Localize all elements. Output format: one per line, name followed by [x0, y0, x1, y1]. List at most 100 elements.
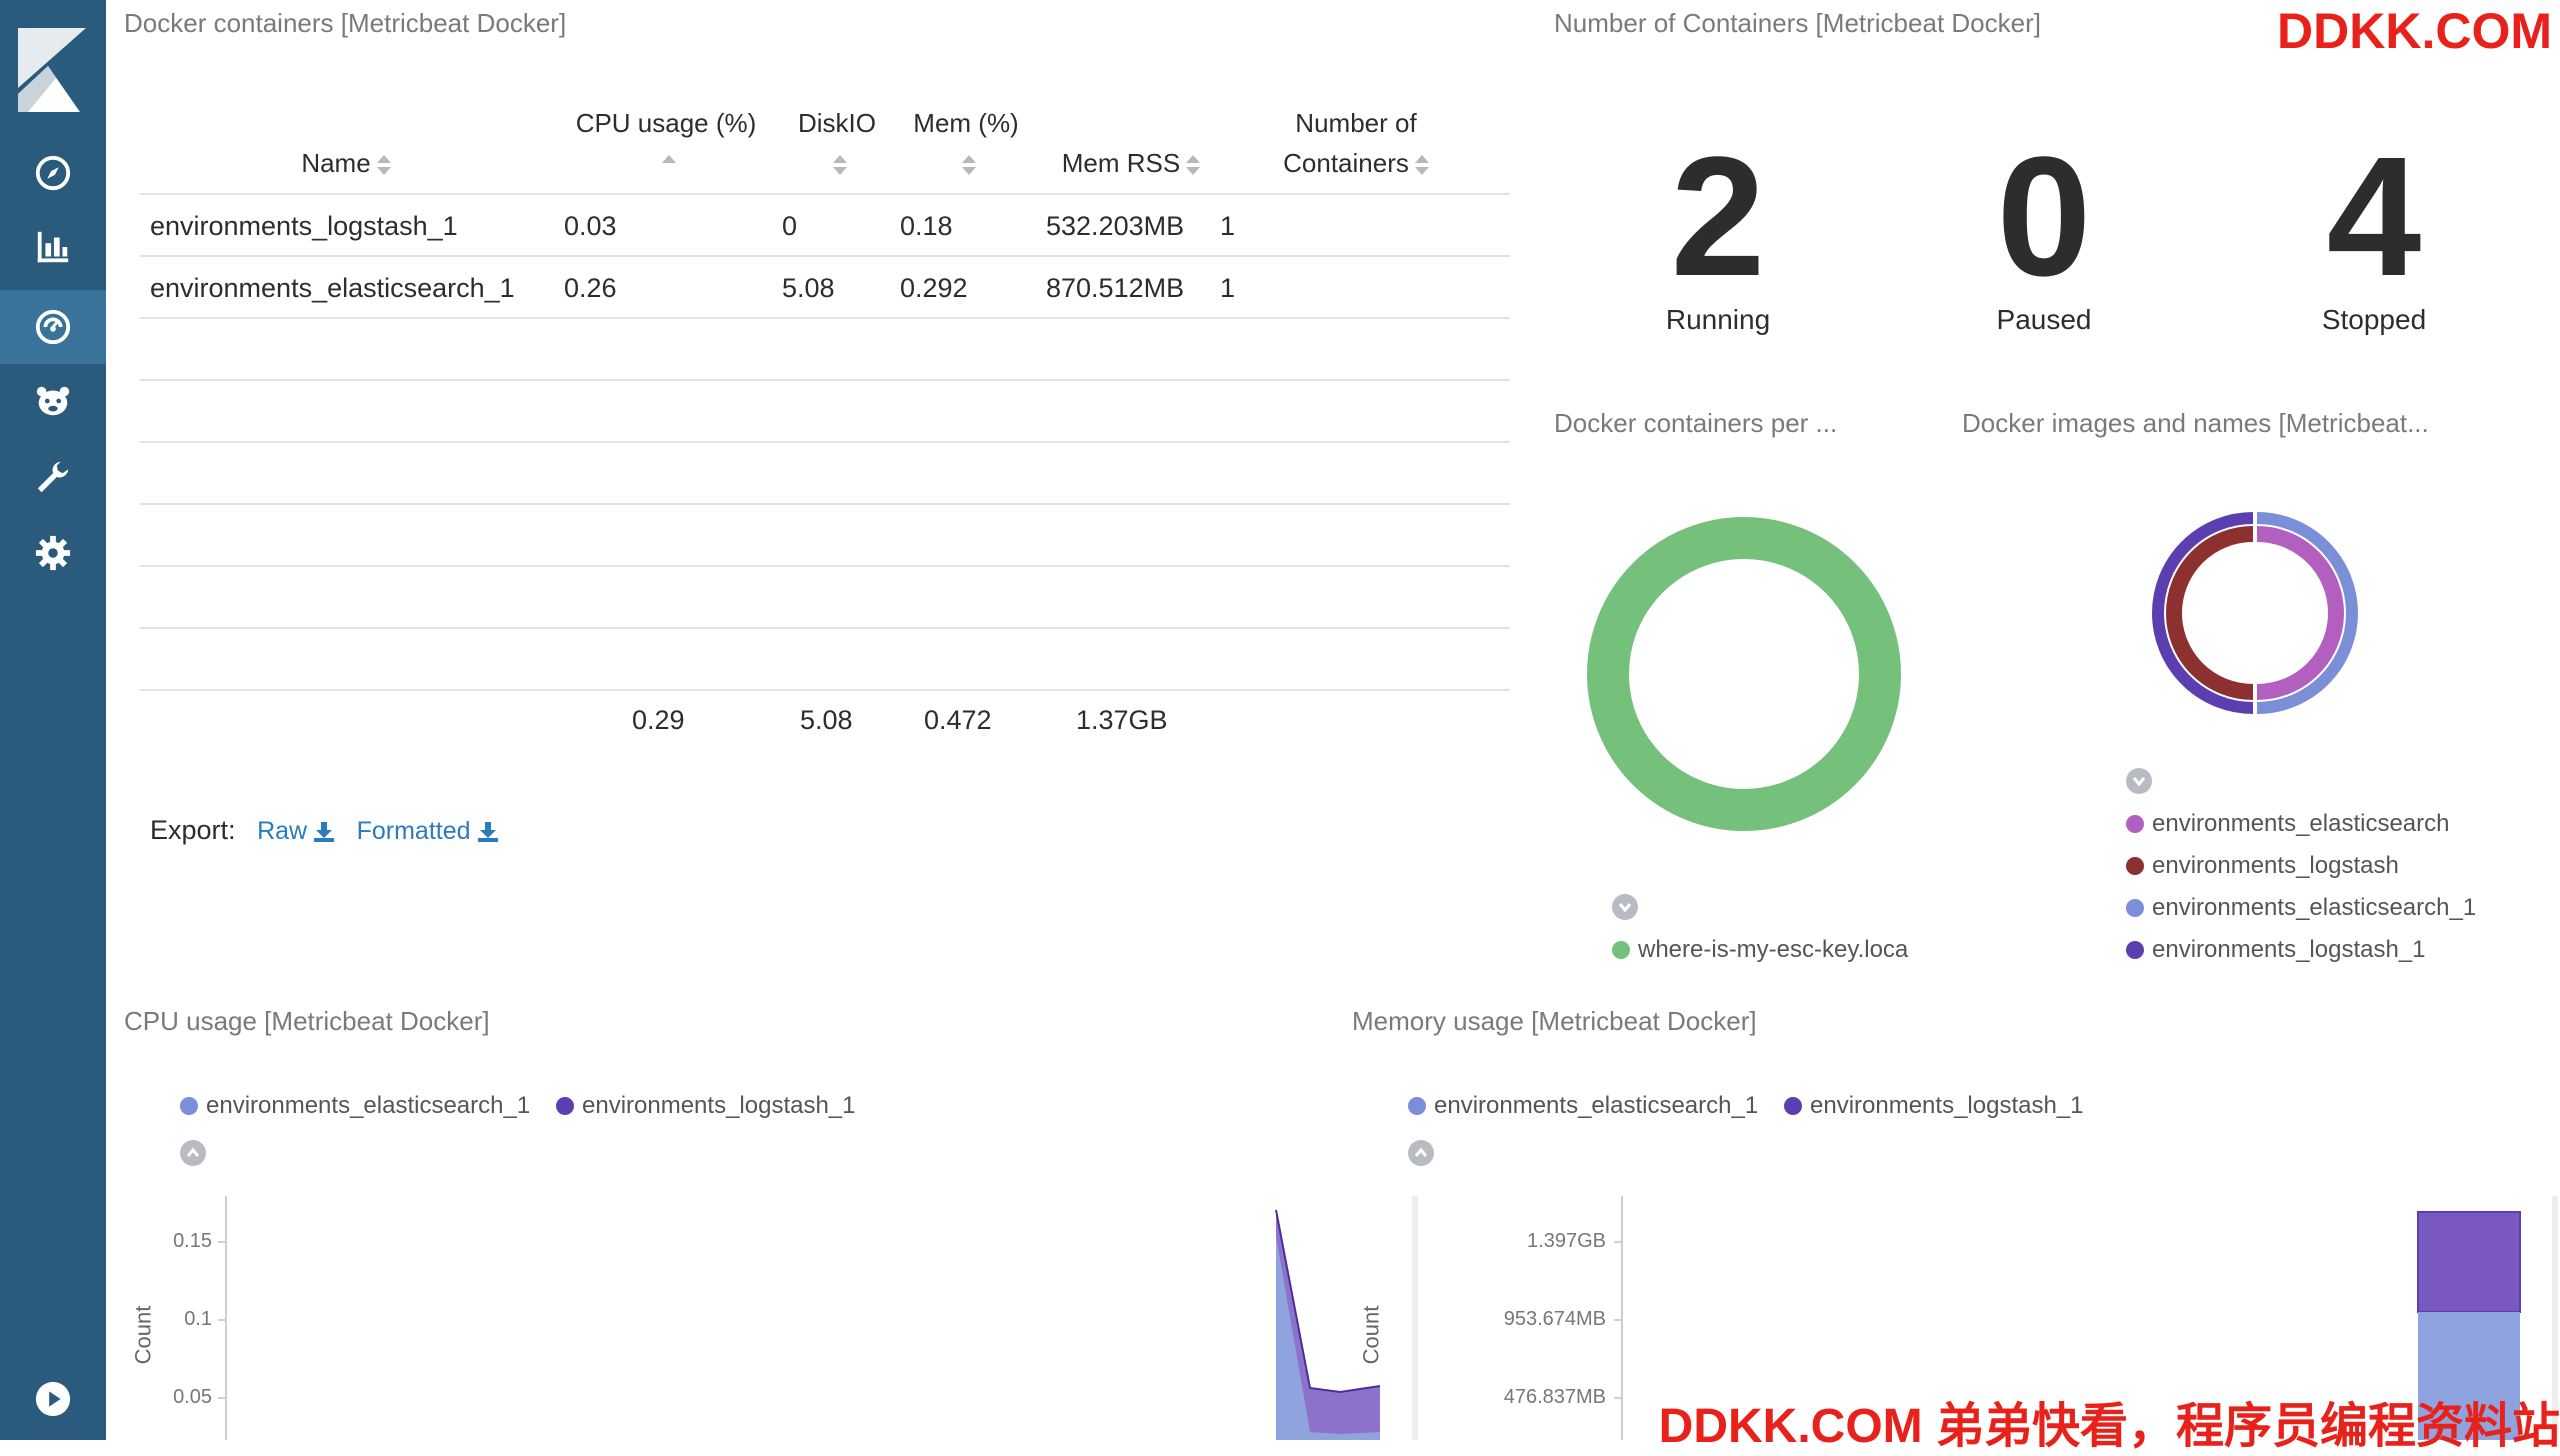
legend-item[interactable]: environments_logstash_1 — [556, 1092, 856, 1120]
y-tick-label: 953.674MB — [1503, 1308, 1606, 1330]
metric-label: Stopped — [2321, 304, 2427, 335]
table-divider — [140, 255, 1510, 257]
dashboard-icon — [35, 309, 71, 345]
header-mem[interactable]: Mem (%) — [896, 103, 1036, 183]
y-axis-label: Count — [130, 1305, 156, 1365]
sidebar-collapse-button[interactable] — [0, 1362, 106, 1436]
y-tick-label: 0.05 — [173, 1386, 212, 1408]
sidebar-item-management[interactable] — [0, 516, 106, 590]
host-donut-chart[interactable] — [1582, 512, 1906, 836]
total-memrss: 1.37GB — [1076, 705, 1168, 735]
sidebar-item-visualize[interactable] — [0, 210, 106, 284]
legend-item[interactable]: environments_logstash_1 — [2126, 936, 2426, 964]
legend-item[interactable]: environments_logstash — [2126, 852, 2399, 880]
bar-chart-icon — [37, 231, 69, 263]
metric-value: 0 — [1996, 122, 2092, 312]
table-divider — [140, 503, 1510, 505]
export-raw-link[interactable]: Raw — [257, 817, 335, 845]
sidebar-item-discover[interactable] — [0, 136, 106, 210]
legend-dot — [2126, 857, 2144, 875]
download-icon — [314, 822, 335, 843]
sidebar-item-dev-tools[interactable] — [0, 440, 106, 514]
cpu-area-chart[interactable] — [218, 1196, 1418, 1440]
cell-name: environments_logstash_1 — [150, 211, 458, 241]
bar-segment-logstash[interactable] — [2417, 1211, 2521, 1313]
legend-dot — [2126, 815, 2144, 833]
legend-item[interactable]: environments_elasticsearch_1 — [2126, 894, 2476, 922]
legend-toggle-button[interactable] — [1612, 894, 1638, 920]
dashboard-main: Docker containers [Metricbeat Docker] Na… — [106, 0, 2560, 1440]
cpu-panel-title: CPU usage [Metricbeat Docker] — [124, 1006, 490, 1036]
total-cpu: 0.29 — [632, 705, 685, 735]
table-panel-title: Docker containers [Metricbeat Docker] — [124, 8, 567, 38]
total-diskio: 5.08 — [800, 705, 853, 735]
header-name[interactable]: Name — [266, 143, 426, 183]
watermark-bottom: DDKK.COM 弟弟快看，程序员编程资料站 — [1658, 1400, 2560, 1453]
legend-item[interactable]: environments_elasticsearch — [2126, 810, 2449, 838]
legend-dot — [180, 1097, 198, 1115]
count-panel-title: Number of Containers [Metricbeat Docker] — [1554, 8, 2041, 38]
cell-mem: 0.18 — [900, 211, 953, 241]
table-divider — [140, 317, 1510, 319]
images-panel-title: Docker images and names [Metricbeat... — [1962, 408, 2429, 438]
images-donut-chart[interactable] — [2150, 508, 2360, 718]
sort-asc-icon — [662, 155, 676, 175]
y-tick-label: 0.15 — [173, 1230, 212, 1252]
header-memrss[interactable]: Mem RSS — [1036, 143, 1226, 183]
y-tick-label: 1.397GB — [1527, 1230, 1606, 1252]
wrench-icon — [37, 461, 69, 493]
sidebar-item-dashboard[interactable] — [0, 290, 106, 364]
compass-icon — [35, 155, 71, 191]
header-diskio[interactable]: DiskIO — [782, 103, 892, 183]
sort-icon — [962, 155, 976, 176]
chevron-down-icon — [2132, 777, 2146, 787]
legend-dot — [556, 1097, 574, 1115]
total-mem: 0.472 — [924, 705, 992, 735]
donut-slice[interactable] — [1587, 517, 1901, 831]
cell-name: environments_elasticsearch_1 — [150, 273, 515, 303]
donut-slice[interactable] — [2256, 526, 2344, 700]
cell-count: 1 — [1220, 211, 1236, 241]
metric-value: 4 — [2326, 122, 2422, 312]
download-icon — [477, 822, 498, 843]
sort-icon — [833, 155, 847, 176]
mem-panel-title: Memory usage [Metricbeat Docker] — [1352, 1006, 1757, 1036]
legend-dot — [1408, 1097, 1426, 1115]
cell-memrss: 870.512MB — [1046, 273, 1185, 303]
legend-item[interactable]: environments_elasticsearch_1 — [180, 1092, 530, 1120]
legend-item[interactable]: environments_elasticsearch_1 — [1408, 1092, 1758, 1120]
legend-item[interactable]: where-is-my-esc-key.loca — [1612, 936, 2032, 964]
y-tick-label: 0.1 — [184, 1308, 212, 1330]
sidebar — [0, 0, 106, 1440]
legend-toggle-button[interactable] — [1408, 1140, 1434, 1166]
bear-icon — [36, 386, 70, 416]
table-divider — [140, 689, 1510, 691]
metric-stopped: 4 Stopped — [2244, 132, 2504, 336]
header-cpu[interactable]: CPU usage (%) — [556, 103, 776, 183]
gear-icon — [35, 535, 71, 571]
legend-toggle-button[interactable] — [180, 1140, 206, 1166]
sidebar-item-timelion[interactable] — [0, 364, 106, 438]
sort-icon — [1186, 155, 1201, 176]
cell-diskio: 5.08 — [782, 273, 835, 303]
header-count[interactable]: Number of Containers — [1246, 103, 1466, 183]
sort-icon — [376, 155, 391, 176]
play-icon — [35, 1381, 71, 1417]
legend-dot — [1784, 1097, 1802, 1115]
cell-mem: 0.292 — [900, 273, 968, 303]
kibana-logo-icon[interactable] — [18, 28, 86, 112]
chevron-up-icon — [1414, 1147, 1428, 1157]
host-panel-title: Docker containers per ... — [1554, 408, 1838, 438]
chevron-up-icon — [186, 1147, 200, 1157]
cell-cpu: 0.26 — [564, 273, 617, 303]
y-axis-label: Count — [1358, 1305, 1384, 1365]
export-formatted-link[interactable]: Formatted — [357, 817, 499, 845]
cell-count: 1 — [1220, 273, 1236, 303]
cell-cpu: 0.03 — [564, 211, 617, 241]
legend-toggle-button[interactable] — [2126, 768, 2152, 794]
table-divider — [140, 193, 1510, 195]
donut-slice[interactable] — [2166, 526, 2254, 700]
legend-item[interactable]: environments_logstash_1 — [1784, 1092, 2084, 1120]
table-divider — [140, 441, 1510, 443]
metric-paused: 0 Paused — [1914, 132, 2174, 336]
